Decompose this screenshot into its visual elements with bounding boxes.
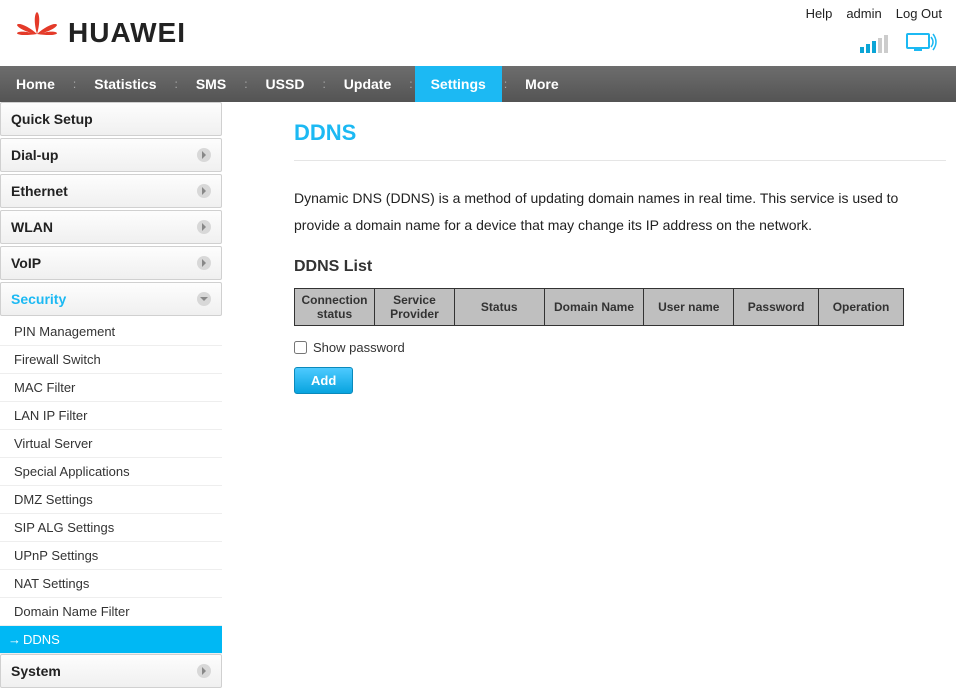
nav-update[interactable]: Update bbox=[328, 66, 407, 102]
sidebar-item-special[interactable]: Special Applications bbox=[0, 458, 222, 486]
sidebar-cat-voip[interactable]: VoIP bbox=[0, 246, 222, 280]
chevron-right-icon bbox=[197, 220, 211, 234]
sidebar-cat-ethernet[interactable]: Ethernet bbox=[0, 174, 222, 208]
nav-settings[interactable]: Settings bbox=[415, 66, 502, 102]
arrow-right-icon: → bbox=[8, 632, 21, 647]
brand-name: HUAWEI bbox=[68, 17, 186, 49]
sidebar-cat-security[interactable]: Security bbox=[0, 282, 222, 316]
show-password-row[interactable]: Show password bbox=[294, 340, 946, 355]
show-password-label: Show password bbox=[313, 340, 405, 355]
sidebar-cat-label: WLAN bbox=[11, 219, 53, 235]
page-description: Dynamic DNS (DDNS) is a method of updati… bbox=[294, 185, 946, 238]
page-title: DDNS bbox=[294, 120, 946, 146]
sidebar-item-dmz[interactable]: DMZ Settings bbox=[0, 486, 222, 514]
nav-home[interactable]: Home bbox=[0, 66, 71, 102]
header-right: Help admin Log Out bbox=[806, 6, 942, 53]
main-nav: Home : Statistics : SMS : USSD : Update … bbox=[0, 66, 956, 102]
sidebar: Quick Setup Dial-up Ethernet WLAN VoIP S… bbox=[0, 102, 222, 690]
title-divider bbox=[294, 160, 946, 161]
sidebar-item-nat[interactable]: NAT Settings bbox=[0, 570, 222, 598]
ddns-table: Connection status Service Provider Statu… bbox=[294, 288, 904, 326]
monitor-wifi-icon bbox=[906, 31, 938, 53]
sidebar-item-mac[interactable]: MAC Filter bbox=[0, 374, 222, 402]
admin-link[interactable]: admin bbox=[846, 6, 881, 21]
col-password: Password bbox=[734, 289, 819, 326]
help-link[interactable]: Help bbox=[806, 6, 833, 21]
status-icons bbox=[860, 31, 938, 53]
signal-icon bbox=[860, 35, 888, 53]
sidebar-cat-label: VoIP bbox=[11, 255, 41, 271]
sidebar-item-pin[interactable]: PIN Management bbox=[0, 318, 222, 346]
sidebar-cat-wlan[interactable]: WLAN bbox=[0, 210, 222, 244]
col-operation: Operation bbox=[819, 289, 904, 326]
nav-sms[interactable]: SMS bbox=[180, 66, 242, 102]
col-user-name: User name bbox=[644, 289, 734, 326]
sidebar-cat-dialup[interactable]: Dial-up bbox=[0, 138, 222, 172]
huawei-logo-icon bbox=[14, 10, 60, 56]
sidebar-item-lanip[interactable]: LAN IP Filter bbox=[0, 402, 222, 430]
chevron-right-icon bbox=[197, 256, 211, 270]
col-status: Status bbox=[454, 289, 544, 326]
sidebar-item-firewall[interactable]: Firewall Switch bbox=[0, 346, 222, 374]
sidebar-cat-label: Dial-up bbox=[11, 147, 58, 163]
nav-ussd[interactable]: USSD bbox=[250, 66, 321, 102]
col-service-provider: Service Provider bbox=[374, 289, 454, 326]
sidebar-cat-label: System bbox=[11, 663, 61, 679]
sidebar-cat-label: Quick Setup bbox=[11, 111, 93, 127]
sidebar-cat-label: Ethernet bbox=[11, 183, 68, 199]
nav-more[interactable]: More bbox=[509, 66, 574, 102]
col-connection-status: Connection status bbox=[295, 289, 375, 326]
sidebar-security-sublist: PIN Management Firewall Switch MAC Filte… bbox=[0, 318, 222, 654]
ddns-list-heading: DDNS List bbox=[294, 258, 946, 276]
logout-link[interactable]: Log Out bbox=[896, 6, 942, 21]
sidebar-cat-system[interactable]: System bbox=[0, 654, 222, 688]
sidebar-cat-quick-setup[interactable]: Quick Setup bbox=[0, 102, 222, 136]
chevron-right-icon bbox=[197, 148, 211, 162]
chevron-down-icon bbox=[197, 292, 211, 306]
nav-statistics[interactable]: Statistics bbox=[78, 66, 172, 102]
chevron-right-icon bbox=[197, 184, 211, 198]
col-domain-name: Domain Name bbox=[544, 289, 644, 326]
sidebar-item-domain[interactable]: Domain Name Filter bbox=[0, 598, 222, 626]
add-button[interactable]: Add bbox=[294, 367, 353, 394]
show-password-checkbox[interactable] bbox=[294, 341, 307, 354]
top-links: Help admin Log Out bbox=[806, 6, 942, 21]
sidebar-item-sip[interactable]: SIP ALG Settings bbox=[0, 514, 222, 542]
sidebar-item-ddns[interactable]: →DDNS bbox=[0, 626, 222, 654]
sidebar-cat-label: Security bbox=[11, 291, 66, 307]
sidebar-item-upnp[interactable]: UPnP Settings bbox=[0, 542, 222, 570]
content: DDNS Dynamic DNS (DDNS) is a method of u… bbox=[222, 102, 956, 690]
chevron-right-icon bbox=[197, 664, 211, 678]
brand: HUAWEI bbox=[14, 10, 186, 56]
sidebar-item-vserver[interactable]: Virtual Server bbox=[0, 430, 222, 458]
header: HUAWEI Help admin Log Out bbox=[0, 0, 956, 66]
